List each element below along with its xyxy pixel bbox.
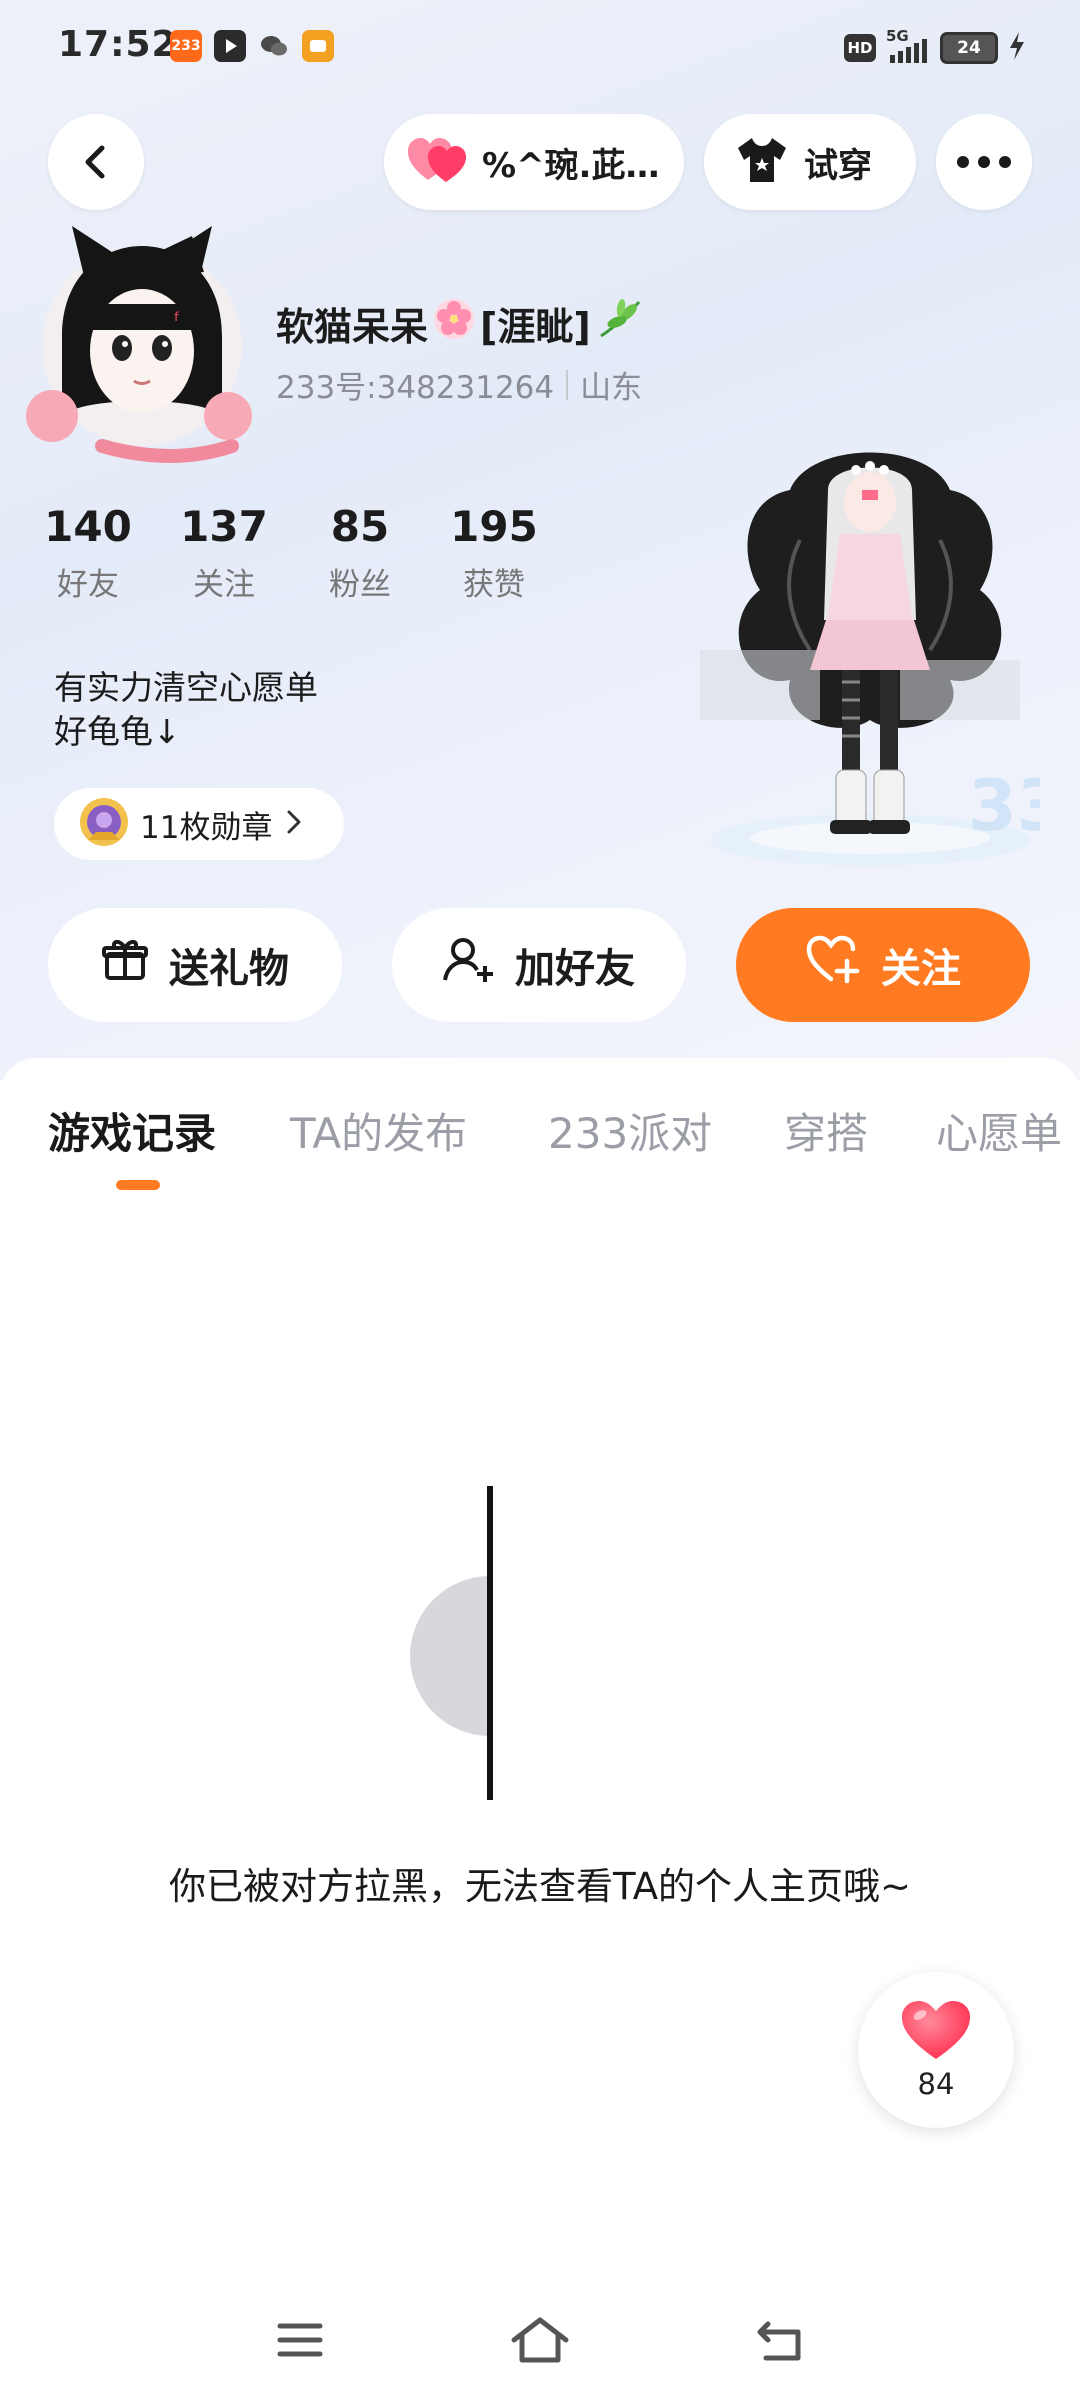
nickname-row: 软猫呆呆 [涯眦] bbox=[276, 296, 645, 351]
battery-level: 24 bbox=[957, 38, 981, 58]
bio-line: 好龟龟↓ bbox=[54, 712, 181, 751]
like-count: 84 bbox=[917, 2067, 955, 2101]
menu-icon bbox=[277, 2323, 323, 2357]
bio: 有实力清空心愿单 好龟龟↓ bbox=[54, 666, 318, 754]
tab-wishlist[interactable]: 心愿单 bbox=[936, 1100, 1062, 1161]
heart-plus-icon bbox=[805, 935, 861, 995]
chevron-left-icon bbox=[85, 145, 105, 179]
home-nav-button[interactable] bbox=[500, 2310, 580, 2370]
blocked-message: 你已被对方拉黑，无法查看TA的个人主页哦~ bbox=[168, 1865, 912, 1908]
battery-icon: 24 bbox=[940, 32, 998, 64]
nickname-tag: [涯眦] bbox=[480, 305, 591, 349]
partner-name: %^琬.茈… bbox=[482, 145, 660, 186]
more-dots-icon bbox=[957, 156, 1011, 168]
content-sheet bbox=[0, 1058, 1080, 2404]
status-bar: 17:52 233 HD 5G 24 bbox=[0, 0, 1080, 96]
double-heart-icon bbox=[406, 134, 472, 190]
app-233-icon: 233 bbox=[170, 30, 202, 62]
stat-value: 137 bbox=[180, 502, 268, 551]
svg-text:ᶠ: ᶠ bbox=[174, 309, 181, 334]
back-icon bbox=[757, 2321, 801, 2361]
stat-label: 获赞 bbox=[463, 567, 525, 603]
tshirt-icon bbox=[734, 134, 790, 190]
stat-value: 195 bbox=[450, 502, 538, 551]
stat-following[interactable]: 137 关注 bbox=[164, 502, 284, 604]
tab-posts[interactable]: TA的发布 bbox=[290, 1100, 467, 1161]
medal-icon bbox=[78, 796, 130, 852]
blocked-illustration bbox=[408, 1480, 508, 1804]
status-indicators: HD 5G 24 bbox=[844, 27, 1026, 68]
send-gift-label: 送礼物 bbox=[169, 946, 289, 992]
badges-label: 11枚勋章 bbox=[140, 809, 273, 846]
back-nav-button[interactable] bbox=[740, 2310, 820, 2370]
wechat-icon bbox=[258, 30, 290, 62]
status-time: 17:52 bbox=[58, 24, 178, 65]
tab-indicator bbox=[116, 1180, 160, 1190]
user-id[interactable]: 233号:348231264 bbox=[276, 362, 554, 407]
more-button[interactable] bbox=[936, 114, 1032, 210]
stat-fans[interactable]: 85 粉丝 bbox=[300, 502, 420, 604]
back-button[interactable] bbox=[48, 114, 144, 210]
try-on-label: 试穿 bbox=[804, 145, 872, 186]
badges-button[interactable]: 11枚勋章 bbox=[54, 788, 344, 860]
divider bbox=[566, 369, 569, 400]
partner-button[interactable]: %^琬.茈… bbox=[384, 114, 684, 210]
character-model[interactable]: 33 bbox=[700, 420, 1065, 870]
stat-label: 关注 bbox=[193, 567, 255, 603]
add-user-icon bbox=[443, 936, 495, 994]
charging-icon bbox=[1008, 31, 1026, 65]
hd-indicator: HD bbox=[844, 34, 876, 62]
stat-likes[interactable]: 195 获赞 bbox=[434, 502, 554, 604]
like-button[interactable]: 84 bbox=[858, 1972, 1014, 2128]
stat-value: 140 bbox=[44, 502, 132, 551]
chevron-right-icon bbox=[286, 809, 302, 839]
add-friend-label: 加好友 bbox=[515, 946, 635, 992]
stat-friends[interactable]: 140 好友 bbox=[28, 502, 148, 604]
nickname: 软猫呆呆 bbox=[276, 305, 429, 349]
signal-icon: 5G bbox=[886, 27, 930, 65]
home-icon bbox=[511, 2317, 569, 2363]
menu-nav-button[interactable] bbox=[260, 2310, 340, 2370]
tab-party[interactable]: 233派对 bbox=[548, 1100, 712, 1161]
heart-icon bbox=[900, 1999, 972, 2065]
tab-outfits[interactable]: 穿搭 bbox=[784, 1100, 868, 1161]
stat-label: 粉丝 bbox=[329, 567, 391, 603]
svg-text:33: 33 bbox=[968, 765, 1040, 847]
stat-value: 85 bbox=[330, 502, 390, 551]
add-friend-button[interactable]: 加好友 bbox=[392, 908, 686, 1022]
follow-button[interactable]: 关注 bbox=[736, 908, 1030, 1022]
cherry-blossom-icon bbox=[432, 297, 476, 350]
bio-line: 有实力清空心愿单 bbox=[54, 668, 318, 707]
leaf-icon bbox=[595, 296, 645, 351]
media-app-icon bbox=[302, 30, 334, 62]
send-gift-button[interactable]: 送礼物 bbox=[48, 908, 342, 1022]
stat-label: 好友 bbox=[57, 567, 119, 603]
location: 山东 bbox=[580, 370, 643, 406]
gift-icon bbox=[101, 936, 149, 994]
video-app-icon bbox=[214, 30, 246, 62]
avatar[interactable]: ᶠ bbox=[22, 216, 262, 466]
try-on-button[interactable]: 试穿 bbox=[704, 114, 916, 210]
user-id-row: 233号:348231264 山东 bbox=[276, 362, 642, 407]
follow-label: 关注 bbox=[881, 946, 961, 992]
tab-game-records[interactable]: 游戏记录 bbox=[48, 1100, 216, 1161]
